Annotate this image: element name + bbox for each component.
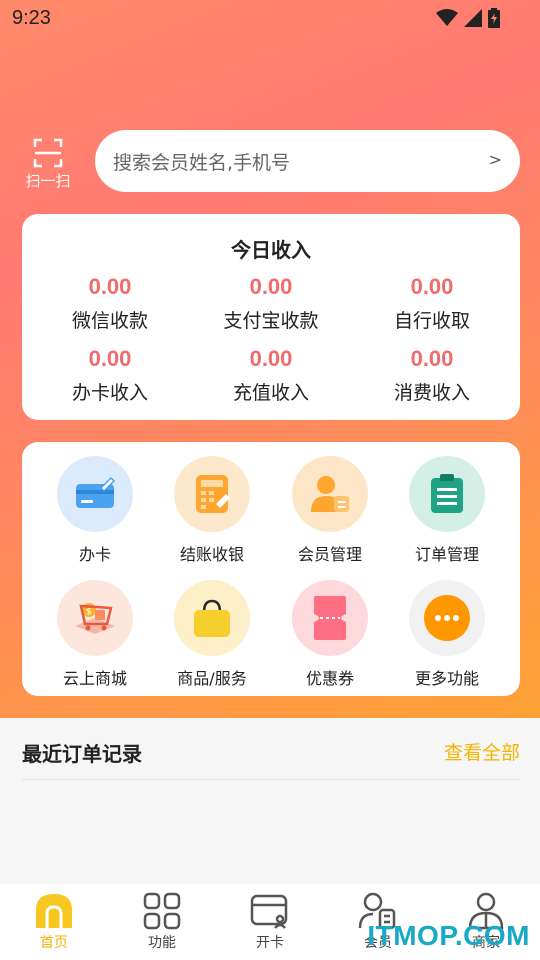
shopping-bag-icon (174, 580, 250, 656)
function-order-management[interactable]: 订单管理 (388, 456, 506, 565)
function-label: 优惠券 (305, 669, 354, 688)
tab-label: 功能 (148, 935, 176, 951)
scan-label: 扫一扫 (25, 172, 71, 190)
income-item-self[interactable]: 0.00 自行收取 (349, 274, 515, 333)
income-item-recharge[interactable]: 0.00 充值收入 (188, 346, 354, 405)
home-icon (36, 894, 72, 928)
status-bar: 9:23 (0, 0, 540, 36)
income-value: 0.00 (410, 346, 454, 371)
status-icons (436, 8, 500, 28)
function-products-services[interactable]: 商品/服务 (153, 580, 271, 689)
calculator-icon (174, 456, 250, 532)
card-icon (57, 456, 133, 532)
signal-icon (464, 9, 482, 27)
coupon-icon (292, 580, 368, 656)
income-value: 0.00 (88, 346, 132, 371)
income-value: 0.00 (249, 274, 293, 299)
income-value: 0.00 (88, 274, 132, 299)
income-item-alipay[interactable]: 0.00 支付宝收款 (188, 274, 354, 333)
shopping-cart-icon: $ (57, 580, 133, 656)
function-more[interactable]: 更多功能 (388, 580, 506, 689)
status-time: 9:23 (12, 7, 51, 29)
clipboard-icon (409, 456, 485, 532)
income-item-card[interactable]: 0.00 办卡收入 (27, 346, 193, 405)
recent-orders-title: 最近订单记录 (22, 742, 142, 766)
function-label: 云上商城 (62, 669, 127, 688)
view-all-link[interactable]: 查看全部 (444, 738, 520, 765)
battery-icon (488, 8, 500, 28)
scan-button[interactable]: 扫一扫 (18, 138, 78, 190)
income-value: 0.00 (410, 274, 454, 299)
watermark: ITMOP.COM (367, 920, 530, 951)
function-grid-card: 办卡 结账收银 会员管理 订单管理 $ 云上商城 商品/服务 优惠券 更多功能 (22, 442, 520, 696)
tab-label: 首页 (40, 935, 68, 951)
function-label: 商品/服务 (177, 669, 247, 688)
today-income-card: 今日收入 0.00 微信收款 0.00 支付宝收款 0.00 自行收取 0.00… (22, 214, 520, 420)
function-member-management[interactable]: 会员管理 (271, 456, 389, 565)
member-icon (292, 456, 368, 532)
tab-home[interactable]: 首页 (0, 892, 108, 952)
income-label: 自行收取 (393, 310, 470, 332)
function-label: 更多功能 (414, 669, 479, 688)
income-item-consume[interactable]: 0.00 消费收入 (349, 346, 515, 405)
function-label: 订单管理 (414, 545, 479, 564)
scan-icon (33, 138, 63, 168)
function-label: 会员管理 (297, 545, 362, 564)
svg-text:$: $ (86, 607, 92, 617)
divider (22, 779, 520, 780)
income-title: 今日收入 (231, 238, 311, 262)
function-coupon[interactable]: 优惠券 (271, 580, 389, 689)
income-label: 办卡收入 (71, 382, 148, 404)
income-value: 0.00 (249, 346, 293, 371)
income-label: 消费收入 (393, 382, 470, 404)
more-icon (409, 580, 485, 656)
tab-functions[interactable]: 功能 (108, 892, 216, 952)
grid-icon (143, 892, 181, 930)
income-label: 充值收入 (232, 382, 309, 404)
tab-label: 开卡 (256, 935, 284, 951)
function-label: 结账收银 (179, 545, 244, 564)
income-label: 微信收款 (71, 310, 148, 332)
income-item-wechat[interactable]: 0.00 微信收款 (27, 274, 193, 333)
tab-open-card[interactable]: 开卡 (216, 892, 324, 952)
recent-orders-section: 最近订单记录 查看全部 (0, 718, 540, 884)
open-card-icon (250, 894, 288, 929)
function-label: 办卡 (78, 545, 111, 564)
wifi-icon (436, 9, 458, 26)
search-arrow-icon[interactable]: > (489, 150, 502, 169)
function-checkout[interactable]: 结账收银 (153, 456, 271, 565)
search-bar[interactable]: 搜索会员姓名,手机号 > (95, 130, 520, 192)
income-label: 支付宝收款 (223, 310, 319, 332)
function-open-card[interactable]: 办卡 (36, 456, 154, 565)
search-input[interactable]: 搜索会员姓名,手机号 (113, 148, 290, 175)
function-cloud-mall[interactable]: $ 云上商城 (36, 580, 154, 689)
